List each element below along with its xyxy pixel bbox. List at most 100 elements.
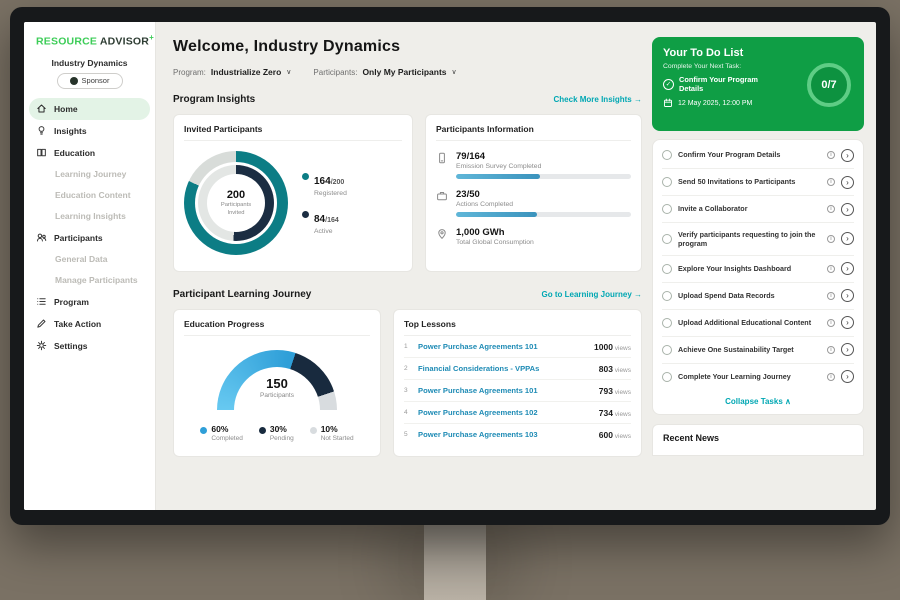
chevron-up-icon: ∧ — [785, 397, 791, 406]
info-icon: i — [827, 373, 835, 381]
sidebar-item-program[interactable]: Program — [24, 291, 155, 313]
todo-progress-value: 0/7 — [821, 79, 836, 91]
sidebar-item-home[interactable]: Home — [29, 98, 150, 120]
check-more-insights-link[interactable]: Check More Insights → — [554, 95, 642, 104]
sidebar-item-label: Learning Journey — [55, 169, 126, 179]
task-open-button[interactable]: › — [841, 232, 854, 245]
sidebar-item-general-data[interactable]: General Data — [24, 249, 155, 270]
collapse-tasks-link[interactable]: Collapse Tasks ∧ — [662, 390, 854, 410]
task-label: Explore Your Insights Dashboard — [678, 264, 821, 273]
info-value: 23/50 — [456, 189, 631, 200]
participants-information-card: Participants Information 79/164 Emission… — [425, 114, 642, 272]
task-open-button[interactable]: › — [841, 203, 854, 216]
info-value: 1,000 GWh — [456, 227, 631, 238]
task-row[interactable]: Achieve One Sustainability Target i › — [662, 337, 854, 364]
go-to-learning-journey-link[interactable]: Go to Learning Journey → — [542, 290, 642, 299]
participants-filter-value: Only My Participants — [362, 67, 446, 77]
lesson-link[interactable]: Power Purchase Agreements 101 — [418, 386, 592, 395]
info-value: 79/164 — [456, 151, 631, 162]
task-checkbox[interactable] — [662, 372, 672, 382]
sidebar-item-participants[interactable]: Participants — [24, 227, 155, 249]
program-filter-value: Industrialize Zero — [211, 67, 281, 77]
learning-journey-header: Participant Learning Journey Go to Learn… — [173, 289, 642, 300]
lesson-rank: 2 — [404, 365, 411, 372]
lesson-link[interactable]: Power Purchase Agreements 103 — [418, 430, 592, 439]
task-row[interactable]: Verify participants requesting to join t… — [662, 223, 854, 256]
task-row[interactable]: Upload Spend Data Records i › — [662, 283, 854, 310]
task-label: Verify participants requesting to join t… — [678, 230, 821, 249]
task-checkbox[interactable] — [662, 345, 672, 355]
lesson-link[interactable]: Power Purchase Agreements 101 — [418, 342, 587, 351]
lesson-link[interactable]: Power Purchase Agreements 102 — [418, 408, 592, 417]
legend-pct: 30% — [270, 424, 287, 434]
task-open-button[interactable]: › — [841, 262, 854, 275]
task-checkbox[interactable] — [662, 150, 672, 160]
legend-item-completed: 60% Completed — [200, 424, 242, 442]
task-row[interactable]: Explore Your Insights Dashboard i › — [662, 256, 854, 283]
collapse-label: Collapse Tasks — [725, 397, 783, 406]
sidebar-item-insights[interactable]: Insights — [24, 120, 155, 142]
legend-item-active: 84/164 Active — [302, 209, 347, 235]
task-row[interactable]: Confirm Your Program Details i › — [662, 142, 854, 169]
participants-filter[interactable]: Participants: Only My Participants ∨ — [313, 67, 456, 77]
info-icon: i — [827, 178, 835, 186]
task-checkbox[interactable] — [662, 318, 672, 328]
task-label: Upload Additional Educational Content — [678, 318, 821, 327]
program-insights-header: Program Insights Check More Insights → — [173, 94, 642, 105]
todo-summary-card: Your To Do List Complete Your Next Task:… — [652, 37, 864, 131]
blurred-room-background: RESOURCE ADVISOR+ Industry Dynamics Spon… — [0, 0, 900, 600]
task-row[interactable]: Upload Additional Educational Content i … — [662, 310, 854, 337]
device-icon — [436, 152, 448, 164]
info-icon: i — [827, 319, 835, 327]
views-label: views — [613, 345, 631, 352]
gear-icon — [36, 340, 47, 351]
info-label: Total Global Consumption — [456, 239, 631, 246]
task-checkbox[interactable] — [662, 264, 672, 274]
sidebar-item-learning-insights[interactable]: Learning Insights — [24, 206, 155, 227]
list-icon — [36, 296, 47, 307]
bulb-icon — [36, 125, 47, 136]
lesson-rank: 5 — [404, 431, 411, 438]
lesson-views: 600 views — [599, 430, 631, 440]
lesson-link[interactable]: Financial Considerations - VPPAs — [418, 364, 592, 373]
task-row[interactable]: Complete Your Learning Journey i › — [662, 364, 854, 390]
legend-label: Pending — [270, 435, 294, 442]
task-open-button[interactable]: › — [841, 149, 854, 162]
lesson-row: 4 Power Purchase Agreements 102 734 view… — [404, 402, 631, 424]
task-checkbox[interactable] — [662, 291, 672, 301]
chevron-right-icon: › — [846, 345, 849, 354]
todo-next-label: Confirm Your Program Details — [679, 75, 784, 93]
logo-plus: + — [149, 33, 154, 42]
sidebar-item-learning-journey[interactable]: Learning Journey — [24, 164, 155, 185]
task-open-button[interactable]: › — [841, 289, 854, 302]
task-checkbox[interactable] — [662, 204, 672, 214]
sidebar-item-take-action[interactable]: Take Action — [24, 313, 155, 335]
views-count: 793 — [599, 386, 613, 396]
lesson-views: 734 views — [599, 408, 631, 418]
sidebar-item-education-content[interactable]: Education Content — [24, 185, 155, 206]
task-checkbox[interactable] — [662, 234, 672, 244]
sidebar-item-manage-participants[interactable]: Manage Participants — [24, 270, 155, 291]
task-checkbox[interactable] — [662, 177, 672, 187]
chevron-right-icon: › — [846, 234, 849, 243]
lesson-row: 2 Financial Considerations - VPPAs 803 v… — [404, 358, 631, 380]
chevron-right-icon: › — [846, 205, 849, 214]
task-row[interactable]: Send 50 Invitations to Participants i › — [662, 169, 854, 196]
progress-bar — [456, 212, 631, 217]
legend-item-not-started: 10% Not Started — [310, 424, 354, 442]
task-row[interactable]: Invite a Collaborator i › — [662, 196, 854, 223]
task-label: Upload Spend Data Records — [678, 291, 821, 300]
legend-label: Registered — [314, 190, 347, 197]
sidebar-item-label: Insights — [54, 126, 87, 136]
sidebar-item-settings[interactable]: Settings — [24, 335, 155, 357]
task-open-button[interactable]: › — [841, 316, 854, 329]
sidebar-item-education[interactable]: Education — [24, 142, 155, 164]
task-open-button[interactable]: › — [841, 343, 854, 356]
task-open-button[interactable]: › — [841, 176, 854, 189]
sidebar-item-label: Education Content — [55, 190, 131, 200]
legend-pct: 10% — [321, 424, 338, 434]
task-list-card: Confirm Your Program Details i › Send 50… — [652, 139, 864, 415]
program-filter[interactable]: Program: Industrialize Zero ∨ — [173, 67, 291, 77]
sponsor-badge[interactable]: Sponsor — [57, 73, 123, 89]
task-open-button[interactable]: › — [841, 370, 854, 383]
